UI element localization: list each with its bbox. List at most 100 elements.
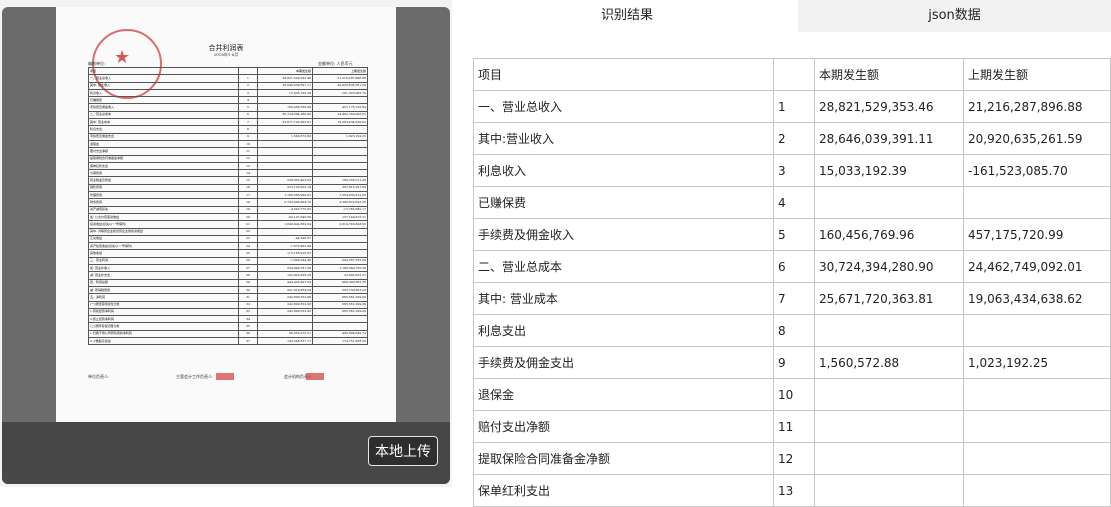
result-cell: 提取保险合同准备金净额 bbox=[473, 442, 774, 475]
tab-recognition-result[interactable]: 识别结果 bbox=[456, 0, 798, 32]
document-cell: 投资收益(损失以"-"号填列) bbox=[88, 220, 239, 229]
result-cell: 一、营业总收入 bbox=[473, 90, 774, 123]
result-cell: 1 bbox=[773, 90, 815, 123]
result-cell bbox=[814, 410, 964, 443]
result-cell: 8 bbox=[773, 314, 815, 347]
document-cell: 35 bbox=[238, 322, 258, 331]
document-cell: 18 bbox=[238, 198, 258, 207]
document-cell bbox=[312, 315, 368, 324]
document-row: 财务费用 18 2,793,998,604.70 3,360,872,825.20 bbox=[88, 198, 368, 207]
document-row: 管理费用 17 1,700,585,909.62 1,554,633,812.82 bbox=[88, 191, 368, 200]
document-cell: 869,300,582.32 bbox=[312, 278, 368, 287]
document-cell: 13 bbox=[238, 161, 258, 171]
document-cell: 12 bbox=[238, 154, 258, 163]
document-cell: 手续费及佣金收入 bbox=[88, 103, 239, 112]
document-footer-head: 单位负责人: bbox=[88, 374, 110, 379]
result-cell: 3 bbox=[773, 154, 815, 187]
document-cell: 31 bbox=[238, 293, 258, 302]
document-cell: 115,183,916.05 bbox=[257, 249, 313, 258]
result-cell bbox=[963, 410, 1111, 443]
document-cell: 201,619,854.56 bbox=[257, 285, 313, 295]
document-cell: 1,700,585,909.62 bbox=[257, 191, 313, 200]
document-cell: 20,920,635,261.59 bbox=[312, 81, 368, 90]
document-cell bbox=[257, 154, 313, 163]
result-cell: 二、营业总成本 bbox=[473, 250, 774, 283]
document-cell: 28,821,529,353.46 bbox=[257, 74, 313, 83]
document-cell: 资产处置收益(损失以"-"号填列) bbox=[88, 242, 239, 251]
document-image: ★ 合并利润表 2018年1-6月 编制单位: 金额单位: 人民币元 项目 本期发… bbox=[56, 7, 396, 422]
document-row: 投资收益(损失以"-"号填列) 21 1,849,924,562.04 2,814,7… bbox=[88, 220, 368, 229]
document-cell: 11 bbox=[238, 147, 258, 156]
result-cell bbox=[963, 442, 1111, 475]
document-cell: 143,248,537.77 bbox=[257, 336, 313, 346]
document-cell: 保单红利支出 bbox=[88, 161, 239, 171]
result-cell: 21,216,287,896.88 bbox=[963, 90, 1111, 123]
document-cell: 137,149,815.31 bbox=[312, 212, 368, 222]
result-cell: 4 bbox=[773, 186, 815, 219]
document-cell: 赔付支出净额 bbox=[88, 147, 239, 156]
document-cell: (一)按经营持续性分类 bbox=[88, 300, 239, 309]
document-cell: 23 bbox=[238, 234, 258, 244]
document-cell: -4,543,775,93 bbox=[257, 205, 313, 214]
document-cell: 1,554,633,812.82 bbox=[312, 191, 368, 200]
local-upload-button[interactable]: 本地上传 bbox=[368, 436, 438, 466]
document-cell: 19,063,434,638.62 bbox=[312, 118, 368, 127]
document-cell: 20 bbox=[238, 212, 258, 222]
result-cell: 手续费及佣金收入 bbox=[473, 218, 774, 251]
tab-json-data[interactable]: json数据 bbox=[798, 0, 1111, 32]
document-cell: 19 bbox=[238, 205, 258, 214]
document-row: 营业税金及附加 15 238,952,403.63 199,335,011.45 bbox=[88, 176, 368, 185]
result-row: 利息收入 3 15,033,192.39 -161,523,085.70 bbox=[473, 154, 1111, 187]
document-cell: 一、营业总收入 bbox=[88, 74, 239, 83]
document-row: 项目 本期发生额 上期发生额 bbox=[88, 66, 368, 76]
document-cell: 21 bbox=[238, 220, 258, 229]
document-cell bbox=[257, 139, 313, 149]
document-cell: -44,590.67 bbox=[257, 234, 313, 244]
document-cell: 提取保险合同准备金净额 bbox=[88, 154, 239, 163]
result-cell: 利息支出 bbox=[473, 314, 774, 347]
result-cell: 13 bbox=[773, 474, 815, 507]
signature-stamp bbox=[216, 373, 234, 380]
document-cell bbox=[257, 315, 313, 324]
document-row: (二)按所有权归属分类 35 bbox=[88, 322, 368, 331]
document-cell bbox=[257, 322, 313, 331]
document-cell: 490,809,640.74 bbox=[312, 329, 368, 339]
document-cell: 财务费用 bbox=[88, 198, 239, 207]
document-cell: -161,523,085.70 bbox=[312, 88, 368, 98]
document-cell bbox=[257, 169, 313, 178]
document-cell: 102,922,829.28 bbox=[257, 271, 313, 280]
document-cell: 减: 营业外支出 bbox=[88, 271, 239, 280]
document-cell bbox=[257, 125, 313, 134]
document-cell: 15,033,192.39 bbox=[257, 88, 313, 98]
result-cell bbox=[814, 378, 964, 411]
document-cell: 17 bbox=[238, 191, 258, 200]
result-cell bbox=[814, 442, 964, 475]
document-cell: 1.持续经营净利润 bbox=[88, 307, 239, 317]
document-cell bbox=[257, 227, 313, 236]
document-cell: 160,456,769.96 bbox=[257, 103, 313, 112]
document-cell: 25,671,720,363.81 bbox=[257, 118, 313, 127]
result-cell: 11 bbox=[773, 410, 815, 443]
result-row: 其中:营业收入 2 28,646,039,391.11 20,920,635,261.… bbox=[473, 122, 1111, 155]
document-cell: 利息支出 bbox=[88, 125, 239, 134]
document-cell: 2.终止经营净利润 bbox=[88, 315, 239, 324]
document-cell: -7,675,963.48 bbox=[257, 242, 313, 251]
document-row: 利息收入 3 15,033,192.39 -161,523,085.70 bbox=[88, 88, 368, 98]
document-cell: 457,175,720.99 bbox=[312, 103, 368, 112]
document-cell: 32 bbox=[238, 300, 258, 309]
document-cell bbox=[257, 161, 313, 171]
result-cell: 2 bbox=[773, 122, 815, 155]
document-cell: 本期发生额 bbox=[257, 66, 313, 76]
document-row: 减: 所得税费用 30 201,619,854.56 203,739,283.23 bbox=[88, 285, 368, 295]
document-cell: 二、营业总成本 bbox=[88, 110, 239, 120]
document-row: 手续费及佣金收入 5 160,456,769.96 457,175,720.99 bbox=[88, 103, 368, 112]
document-cell: 1,849,924,562.04 bbox=[257, 220, 313, 229]
document-cell: 7 bbox=[238, 118, 258, 127]
document-cell: 销售费用 bbox=[88, 183, 239, 193]
result-cell: 457,175,720.99 bbox=[963, 218, 1111, 251]
result-cell bbox=[814, 186, 964, 219]
document-row: 1.归属于母公司所有者的净利润 36 99,552,015.21 490,809,64… bbox=[88, 329, 368, 339]
document-cell: 15 bbox=[238, 176, 258, 185]
document-cell bbox=[312, 242, 368, 251]
result-row: 退保金 10 bbox=[473, 378, 1111, 411]
